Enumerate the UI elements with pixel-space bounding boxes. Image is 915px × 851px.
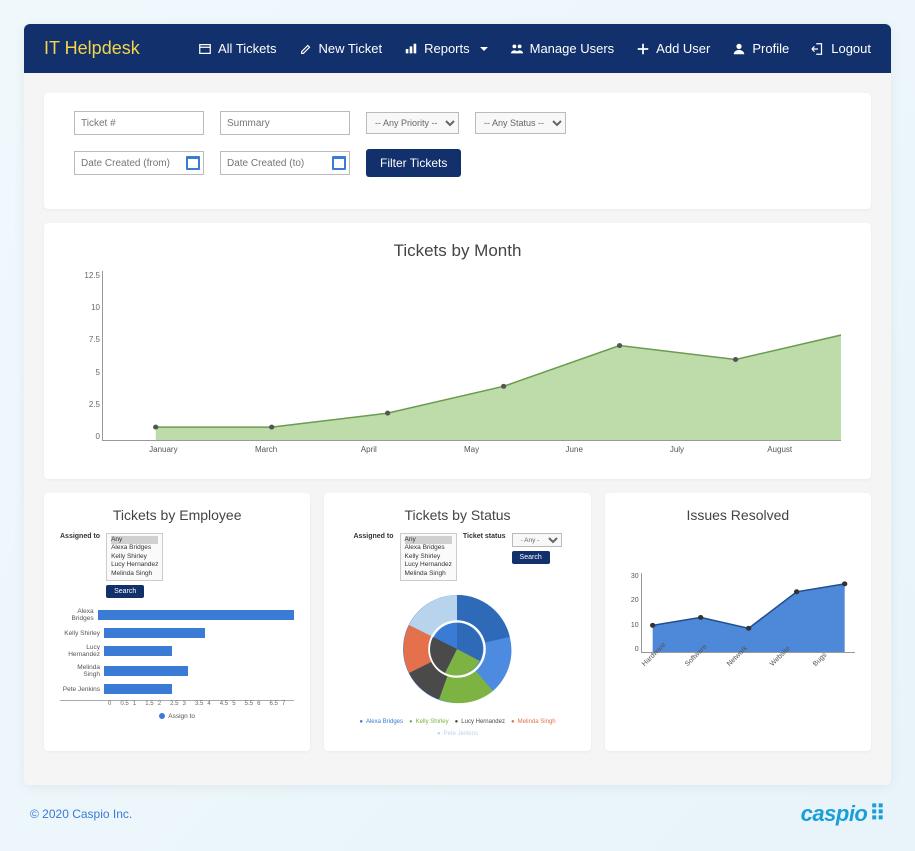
navbar: IT Helpdesk All Tickets New Ticket Repor… [24, 24, 891, 73]
status-legend: Alexa Bridges Kelly Shirley Lucy Hernand… [340, 719, 574, 737]
caspio-logo: caspio [801, 801, 885, 827]
app-window: IT Helpdesk All Tickets New Ticket Repor… [24, 24, 891, 785]
tickets-by-status-card: Tickets by Status Assigned to Any Alexa … [324, 493, 590, 751]
nav-profile-label: Profile [752, 41, 789, 56]
nav-profile[interactable]: Profile [732, 41, 789, 56]
status-select[interactable]: -- Any Status -- [475, 112, 566, 134]
tickets-by-month-card: Tickets by Month 12.5 10 7.5 5 2.5 0 [44, 223, 871, 479]
employee-bar-chart: Alexa Bridges Kelly Shirley Lucy Hernand… [60, 608, 294, 720]
nav-items: All Tickets New Ticket Reports Manage Us… [198, 41, 871, 56]
copyright: © 2020 Caspio Inc. [30, 807, 132, 821]
status-search-button[interactable]: Search [512, 551, 550, 564]
assigned-to-label: Assigned to [60, 533, 100, 540]
nav-logout[interactable]: Logout [811, 41, 871, 56]
tickets-by-month-chart: 12.5 10 7.5 5 2.5 0 January March [74, 271, 841, 461]
nav-add-user[interactable]: Add User [636, 41, 710, 56]
month-y-axis: 12.5 10 7.5 5 2.5 0 [74, 271, 100, 441]
calendar-icon[interactable] [186, 156, 200, 170]
status-employee-listbox[interactable]: Any Alexa Bridges Kelly Shirley Lucy Her… [400, 533, 457, 581]
nav-reports[interactable]: Reports [404, 41, 488, 56]
filter-card: -- Any Priority -- -- Any Status -- Filt… [44, 93, 871, 209]
plus-icon [636, 42, 650, 56]
month-x-axis: January March April May June July August [102, 441, 841, 454]
tickets-by-status-title: Tickets by Status [340, 507, 574, 523]
employee-search-button[interactable]: Search [106, 585, 144, 598]
nav-new-ticket[interactable]: New Ticket [299, 41, 383, 56]
tickets-by-employee-card: Tickets by Employee Assigned to Any Alex… [44, 493, 310, 751]
ticket-status-select[interactable]: - Any - [512, 533, 562, 547]
status-assigned-label: Assigned to [353, 533, 393, 540]
ticket-number-input[interactable] [74, 111, 204, 135]
issues-resolved-card: Issues Resolved 30 20 10 0 [605, 493, 871, 751]
logout-icon [811, 42, 825, 56]
content-area: -- Any Priority -- -- Any Status -- Filt… [24, 73, 891, 785]
issues-resolved-chart: 30 20 10 0 Hardware Softw [621, 533, 855, 683]
users-icon [510, 42, 524, 56]
employee-listbox[interactable]: Any Alexa Bridges Kelly Shirley Lucy Her… [106, 533, 163, 581]
tickets-by-employee-title: Tickets by Employee [60, 507, 294, 523]
ticket-status-label: Ticket status [463, 533, 506, 540]
nav-add-user-label: Add User [656, 41, 710, 56]
bottom-row: Tickets by Employee Assigned to Any Alex… [44, 493, 871, 765]
priority-select[interactable]: -- Any Priority -- [366, 112, 459, 134]
filter-tickets-button[interactable]: Filter Tickets [366, 149, 461, 177]
tickets-by-month-title: Tickets by Month [74, 241, 841, 261]
date-to-input[interactable] [220, 151, 350, 175]
status-pie-chart [340, 589, 574, 711]
summary-input[interactable] [220, 111, 350, 135]
edit-icon [299, 42, 313, 56]
chart-icon [404, 42, 418, 56]
date-from-input[interactable] [74, 151, 204, 175]
user-icon [732, 42, 746, 56]
nav-reports-label: Reports [424, 41, 470, 56]
nav-manage-users[interactable]: Manage Users [510, 41, 615, 56]
nav-all-tickets-label: All Tickets [218, 41, 277, 56]
footer: © 2020 Caspio Inc. caspio [24, 785, 891, 827]
nav-manage-users-label: Manage Users [530, 41, 615, 56]
employee-legend: Assign to [60, 713, 294, 720]
nav-all-tickets[interactable]: All Tickets [198, 41, 277, 56]
nav-new-ticket-label: New Ticket [319, 41, 383, 56]
brand-title: IT Helpdesk [44, 38, 140, 59]
calendar-icon[interactable] [332, 156, 346, 170]
issues-resolved-title: Issues Resolved [621, 507, 855, 523]
nav-logout-label: Logout [831, 41, 871, 56]
tickets-icon [198, 42, 212, 56]
